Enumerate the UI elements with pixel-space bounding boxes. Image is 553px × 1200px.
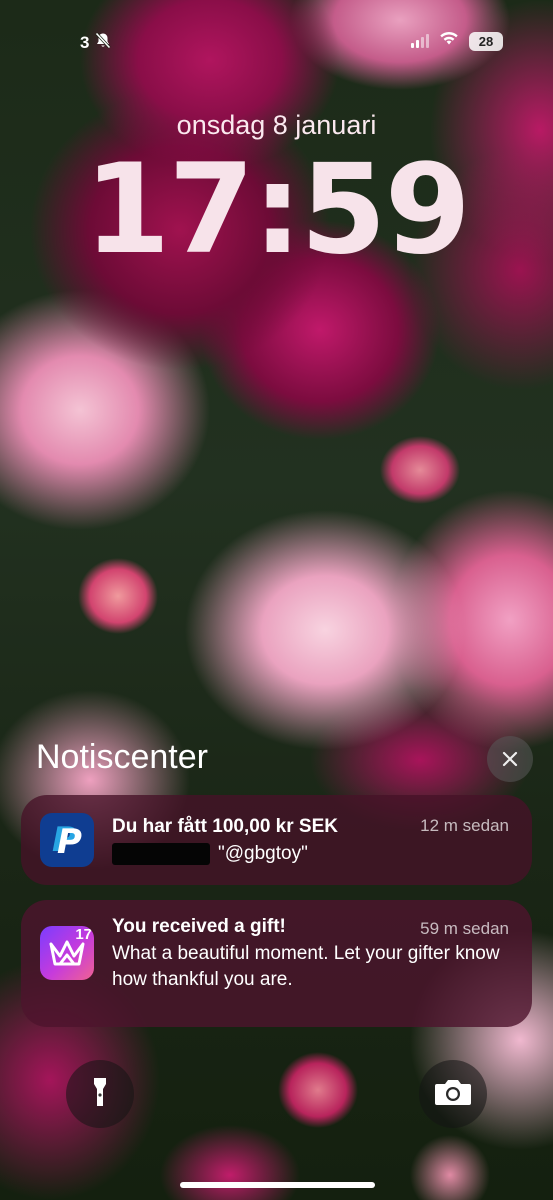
close-icon[interactable] bbox=[487, 736, 533, 782]
notification-count: 3 bbox=[80, 33, 90, 52]
notification-paypal[interactable]: PP Du har fått 100,00 kr SEK 12 m sedan … bbox=[21, 795, 532, 885]
notification-title: Du har fått 100,00 kr SEK bbox=[112, 816, 338, 837]
paypal-icon: PP bbox=[40, 813, 94, 867]
notification-body-text: What a beautiful moment. Let your gifter… bbox=[112, 943, 500, 990]
flashlight-button[interactable] bbox=[66, 1060, 134, 1128]
notification-gift[interactable]: 17 You received a gift! 59 m sedan What … bbox=[21, 900, 532, 1027]
camera-icon bbox=[433, 1077, 473, 1112]
bell-slash-icon bbox=[95, 32, 112, 54]
home-indicator[interactable] bbox=[180, 1182, 375, 1188]
notification-center-title: Notiscenter bbox=[36, 738, 208, 776]
notification-body-text: "@gbgtoy" bbox=[218, 843, 308, 864]
notification-time: 12 m sedan bbox=[420, 816, 509, 835]
status-right: 28 bbox=[411, 31, 503, 51]
status-left: 3 bbox=[80, 32, 112, 54]
camera-button[interactable] bbox=[419, 1060, 487, 1128]
app-badge-count: 17 bbox=[75, 926, 92, 943]
notification-time: 59 m sedan bbox=[420, 919, 509, 938]
redacted-block bbox=[112, 843, 210, 865]
lock-clock: 17:59 bbox=[84, 138, 471, 282]
battery-indicator: 28 bbox=[469, 31, 503, 51]
lock-date: onsdag 8 januari bbox=[176, 110, 377, 140]
notification-body: "@gbgtoy" bbox=[112, 841, 308, 867]
notification-title: You received a gift! bbox=[112, 916, 286, 937]
cellular-signal-icon bbox=[411, 34, 429, 48]
wifi-icon bbox=[439, 31, 459, 51]
gift-app-icon: 17 bbox=[40, 926, 94, 980]
flashlight-icon bbox=[92, 1076, 108, 1113]
status-bar: 3 28 bbox=[0, 0, 553, 80]
